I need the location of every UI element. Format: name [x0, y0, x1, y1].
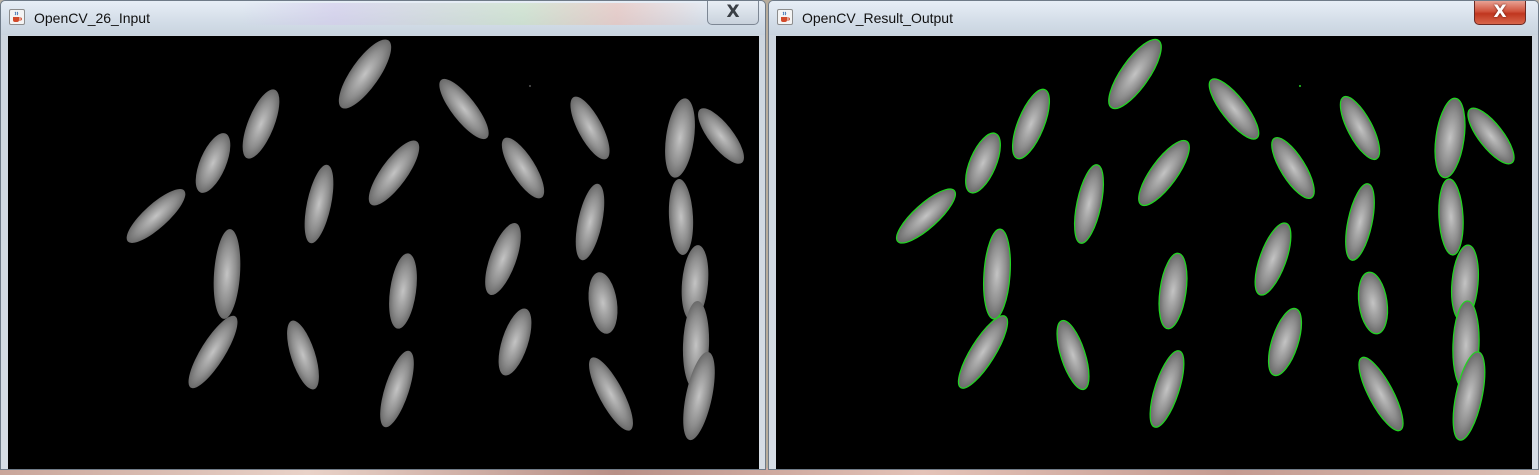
rice-grain	[501, 137, 545, 199]
rice-grain	[665, 98, 695, 178]
output-image-canvas	[776, 36, 1532, 469]
close-button[interactable]: X	[1474, 1, 1526, 25]
rice-grain	[126, 189, 186, 243]
rice-grain-contour	[983, 228, 1011, 320]
rice-grain	[213, 229, 241, 319]
rice-grain	[188, 315, 238, 389]
java-coffee-cup-icon[interactable]	[777, 9, 793, 25]
rice-grain	[698, 108, 744, 164]
rice-grain-contour	[1138, 139, 1190, 207]
input-image	[126, 39, 744, 441]
rice-grain	[368, 140, 420, 206]
rice-grain	[575, 183, 605, 261]
rice-grain-contour	[1434, 97, 1466, 179]
window-title: OpenCV_Result_Output	[802, 10, 953, 26]
rice-grain	[570, 96, 610, 160]
rice-grain-contour	[1438, 178, 1464, 256]
rice-grain	[683, 351, 715, 441]
rice-grain	[485, 223, 521, 295]
close-icon: X	[1493, 2, 1507, 22]
noise-speck	[1299, 85, 1301, 87]
close-button[interactable]: X	[707, 1, 759, 25]
rice-grain	[304, 164, 334, 244]
output-window-titlebar[interactable]: OpenCV_Result_Output X	[769, 1, 1538, 35]
rice-grain-contour	[1149, 350, 1185, 428]
rice-grain-contour	[1011, 88, 1051, 160]
rice-grain-contour	[1254, 222, 1292, 296]
noise-speck	[529, 85, 531, 87]
rice-grain	[338, 39, 392, 109]
rice-grain-contour	[1158, 252, 1188, 330]
rice-grain-contour	[1271, 136, 1315, 200]
rice-grain-contour	[957, 315, 1009, 389]
rice-grain	[287, 320, 319, 390]
rice-grain-contour	[1358, 356, 1404, 432]
rice-grain-contour	[1467, 107, 1515, 165]
rice-grain-contour	[1108, 38, 1162, 110]
rice-grain-contour	[895, 188, 957, 244]
rice-grain-contour	[965, 132, 1001, 194]
rice-grain	[498, 308, 532, 376]
rice-grain	[589, 357, 633, 431]
window-title: OpenCV_26_Input	[34, 10, 150, 26]
rice-grain	[588, 272, 618, 334]
rice-grain	[668, 179, 694, 255]
rice-grain-contour	[1267, 307, 1303, 377]
rice-grain	[439, 78, 489, 140]
rice-grain	[242, 89, 280, 159]
output-image	[895, 38, 1515, 441]
output-window[interactable]: OpenCV_Result_Output X	[768, 0, 1539, 470]
input-window[interactable]: OpenCV_26_Input X	[0, 0, 766, 470]
rice-grain-contour	[1056, 319, 1090, 391]
rice-grain-contour	[1208, 78, 1260, 140]
rice-grain-contour	[1073, 164, 1105, 244]
titlebar-glass-reflection	[241, 3, 711, 25]
rice-grain	[389, 253, 417, 329]
rice-grain-contour	[1357, 271, 1389, 335]
input-window-titlebar[interactable]: OpenCV_26_Input X	[1, 1, 765, 35]
rice-grain	[380, 350, 414, 428]
input-image-canvas	[8, 36, 759, 469]
rice-grain-contour	[1339, 95, 1381, 161]
close-icon: X	[726, 2, 740, 22]
rice-grain	[195, 133, 231, 193]
rice-grain-contour	[1345, 183, 1375, 261]
java-coffee-cup-icon[interactable]	[9, 9, 25, 25]
